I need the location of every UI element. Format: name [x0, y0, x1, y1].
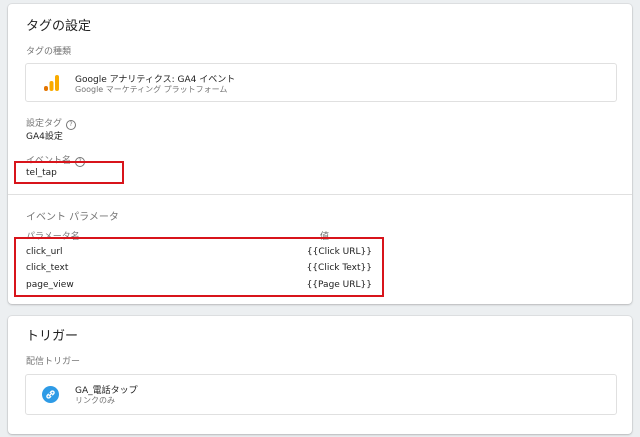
triggering-title: トリガー — [26, 329, 79, 344]
section-divider — [8, 194, 632, 195]
trigger-type: リンクのみ — [75, 396, 115, 405]
tag-type-label: タグの種類 — [26, 47, 72, 57]
link-icon — [42, 386, 59, 403]
config-tag-label-text: 設定タグ — [26, 119, 63, 129]
help-icon[interactable]: ? — [66, 120, 77, 130]
tag-config-title: タグの設定 — [26, 19, 92, 34]
tag-type-box[interactable]: Google アナリティクス: GA4 イベント Google マーケティング … — [25, 63, 617, 102]
google-analytics-icon — [43, 74, 59, 92]
config-tag-value: GA4設定 — [26, 132, 63, 142]
event-params-highlight — [14, 237, 384, 297]
firing-triggers-label: 配信トリガー — [26, 357, 81, 367]
config-tag-label: 設定タグ? — [26, 116, 77, 130]
tag-type-provider: Google マーケティング プラットフォーム — [75, 85, 228, 94]
event-name-highlight — [14, 161, 124, 184]
event-params-title: イベント パラメータ — [26, 212, 119, 223]
triggering-card[interactable]: トリガー 配信トリガー GA_電話タップ リンクのみ — [8, 316, 632, 434]
trigger-item[interactable]: GA_電話タップ リンクのみ — [25, 374, 617, 415]
